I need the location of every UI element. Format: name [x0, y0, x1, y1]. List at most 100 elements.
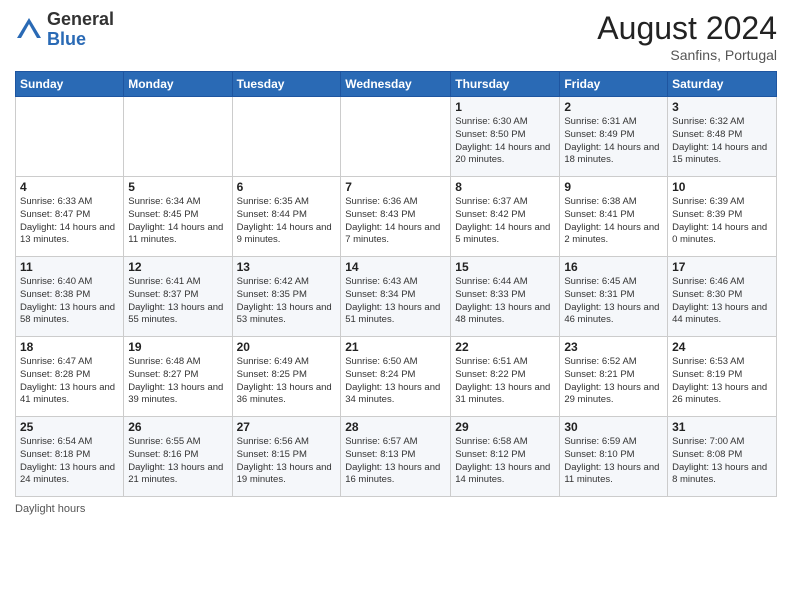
- calendar-cell: 15Sunrise: 6:44 AMSunset: 8:33 PMDayligh…: [451, 257, 560, 337]
- day-header-saturday: Saturday: [668, 72, 777, 97]
- calendar-cell: 18 Sunrise: 6:47 AMSunset: 8:28 PMDayligh…: [16, 337, 124, 417]
- calendar-cell: 11 Sunrise: 6:40 AMSunset: 8:38 PMDayligh…: [16, 257, 124, 337]
- day-info: Sunrise: 6:47 AMSunset: 8:28 PMDaylight:…: [20, 356, 119, 407]
- calendar-cell: [341, 97, 451, 177]
- header: General Blue August 2024 Sanfins, Portug…: [15, 10, 777, 63]
- day-info: Sunrise: 7:00 AMSunset: 8:08 PMDaylight:…: [672, 436, 772, 487]
- day-number: 16: [564, 260, 663, 274]
- day-info: Sunrise: 6:58 AMSunset: 8:12 PMDaylight:…: [455, 436, 555, 487]
- day-info: Sunrise: 6:33 AMSunset: 8:47 PMDaylight:…: [20, 196, 119, 247]
- day-info: Sunrise: 6:50 AMSunset: 8:24 PMDaylight:…: [345, 356, 446, 407]
- calendar-week-row: 25Sunrise: 6:54 AMSunset: 8:18 PMDayligh…: [16, 417, 777, 497]
- calendar-cell: 16 Sunrise: 6:45 AMSunset: 8:31 PMDayligh…: [560, 257, 668, 337]
- calendar-cell: 25Sunrise: 6:54 AMSunset: 8:18 PMDayligh…: [16, 417, 124, 497]
- day-info: Sunrise: 6:42 AMSunset: 8:35 PMDaylight:…: [237, 276, 337, 327]
- day-number: 31: [672, 420, 772, 434]
- day-number: 13: [237, 260, 337, 274]
- calendar-cell: 4 Sunrise: 6:33 AMSunset: 8:47 PMDaylight…: [16, 177, 124, 257]
- day-info: Sunrise: 6:56 AMSunset: 8:15 PMDaylight:…: [237, 436, 337, 487]
- day-info: Sunrise: 6:59 AMSunset: 8:10 PMDaylight:…: [564, 436, 663, 487]
- day-header-sunday: Sunday: [16, 72, 124, 97]
- calendar-cell: 10 Sunrise: 6:39 AMSunset: 8:39 PMDayligh…: [668, 177, 777, 257]
- calendar-cell: [16, 97, 124, 177]
- calendar-cell: 12 Sunrise: 6:41 AMSunset: 8:37 PMDayligh…: [124, 257, 232, 337]
- day-number: 30: [564, 420, 663, 434]
- day-number: 26: [128, 420, 227, 434]
- calendar: SundayMondayTuesdayWednesdayThursdayFrid…: [15, 71, 777, 497]
- calendar-cell: 28 Sunrise: 6:57 AMSunset: 8:13 PMDayligh…: [341, 417, 451, 497]
- daylight-hours-label: Daylight hours: [15, 503, 85, 515]
- footer: Daylight hours: [15, 503, 777, 515]
- day-info: Sunrise: 6:37 AMSunset: 8:42 PMDaylight:…: [455, 196, 555, 247]
- calendar-cell: 9 Sunrise: 6:38 AMSunset: 8:41 PMDaylight…: [560, 177, 668, 257]
- day-number: 18: [20, 340, 119, 354]
- day-number: 7: [345, 180, 446, 194]
- day-number: 11: [20, 260, 119, 274]
- day-number: 22: [455, 340, 555, 354]
- logo-text: General Blue: [47, 10, 114, 50]
- logo-icon: [15, 16, 43, 44]
- day-info: Sunrise: 6:35 AMSunset: 8:44 PMDaylight:…: [237, 196, 337, 247]
- page: General Blue August 2024 Sanfins, Portug…: [0, 0, 792, 612]
- day-info: Sunrise: 6:52 AMSunset: 8:21 PMDaylight:…: [564, 356, 663, 407]
- calendar-cell: [124, 97, 232, 177]
- day-header-monday: Monday: [124, 72, 232, 97]
- day-number: 20: [237, 340, 337, 354]
- day-number: 1: [455, 100, 555, 114]
- logo-blue: Blue: [47, 29, 86, 49]
- day-info: Sunrise: 6:30 AMSunset: 8:50 PMDaylight:…: [455, 116, 555, 167]
- calendar-cell: 26 Sunrise: 6:55 AMSunset: 8:16 PMDayligh…: [124, 417, 232, 497]
- day-info: Sunrise: 6:39 AMSunset: 8:39 PMDaylight:…: [672, 196, 772, 247]
- calendar-cell: 3Sunrise: 6:32 AMSunset: 8:48 PMDaylight…: [668, 97, 777, 177]
- calendar-week-row: 11 Sunrise: 6:40 AMSunset: 8:38 PMDayligh…: [16, 257, 777, 337]
- day-info: Sunrise: 6:49 AMSunset: 8:25 PMDaylight:…: [237, 356, 337, 407]
- calendar-cell: 1 Sunrise: 6:30 AMSunset: 8:50 PMDaylight…: [451, 97, 560, 177]
- calendar-week-row: 1 Sunrise: 6:30 AMSunset: 8:50 PMDaylight…: [16, 97, 777, 177]
- month-year: August 2024: [597, 10, 777, 47]
- day-number: 2: [564, 100, 663, 114]
- calendar-cell: 29Sunrise: 6:58 AMSunset: 8:12 PMDayligh…: [451, 417, 560, 497]
- calendar-cell: 27Sunrise: 6:56 AMSunset: 8:15 PMDayligh…: [232, 417, 341, 497]
- day-number: 19: [128, 340, 227, 354]
- calendar-week-row: 4 Sunrise: 6:33 AMSunset: 8:47 PMDaylight…: [16, 177, 777, 257]
- calendar-cell: 17Sunrise: 6:46 AMSunset: 8:30 PMDayligh…: [668, 257, 777, 337]
- day-number: 17: [672, 260, 772, 274]
- calendar-cell: [232, 97, 341, 177]
- day-info: Sunrise: 6:53 AMSunset: 8:19 PMDaylight:…: [672, 356, 772, 407]
- calendar-cell: 13 Sunrise: 6:42 AMSunset: 8:35 PMDayligh…: [232, 257, 341, 337]
- calendar-header-row: SundayMondayTuesdayWednesdayThursdayFrid…: [16, 72, 777, 97]
- day-number: 12: [128, 260, 227, 274]
- logo: General Blue: [15, 10, 114, 50]
- title-block: August 2024 Sanfins, Portugal: [597, 10, 777, 63]
- calendar-cell: 8Sunrise: 6:37 AMSunset: 8:42 PMDaylight…: [451, 177, 560, 257]
- day-number: 21: [345, 340, 446, 354]
- day-number: 9: [564, 180, 663, 194]
- day-header-friday: Friday: [560, 72, 668, 97]
- day-number: 28: [345, 420, 446, 434]
- day-number: 5: [128, 180, 227, 194]
- day-info: Sunrise: 6:31 AMSunset: 8:49 PMDaylight:…: [564, 116, 663, 167]
- day-info: Sunrise: 6:38 AMSunset: 8:41 PMDaylight:…: [564, 196, 663, 247]
- calendar-cell: 24Sunrise: 6:53 AMSunset: 8:19 PMDayligh…: [668, 337, 777, 417]
- location: Sanfins, Portugal: [597, 47, 777, 63]
- day-number: 10: [672, 180, 772, 194]
- calendar-cell: 6 Sunrise: 6:35 AMSunset: 8:44 PMDaylight…: [232, 177, 341, 257]
- day-info: Sunrise: 6:57 AMSunset: 8:13 PMDaylight:…: [345, 436, 446, 487]
- calendar-cell: 5 Sunrise: 6:34 AMSunset: 8:45 PMDaylight…: [124, 177, 232, 257]
- calendar-week-row: 18 Sunrise: 6:47 AMSunset: 8:28 PMDayligh…: [16, 337, 777, 417]
- day-info: Sunrise: 6:48 AMSunset: 8:27 PMDaylight:…: [128, 356, 227, 407]
- calendar-cell: 22Sunrise: 6:51 AMSunset: 8:22 PMDayligh…: [451, 337, 560, 417]
- day-info: Sunrise: 6:32 AMSunset: 8:48 PMDaylight:…: [672, 116, 772, 167]
- day-number: 4: [20, 180, 119, 194]
- day-number: 23: [564, 340, 663, 354]
- day-info: Sunrise: 6:41 AMSunset: 8:37 PMDaylight:…: [128, 276, 227, 327]
- day-info: Sunrise: 6:34 AMSunset: 8:45 PMDaylight:…: [128, 196, 227, 247]
- day-info: Sunrise: 6:55 AMSunset: 8:16 PMDaylight:…: [128, 436, 227, 487]
- day-info: Sunrise: 6:45 AMSunset: 8:31 PMDaylight:…: [564, 276, 663, 327]
- day-number: 6: [237, 180, 337, 194]
- calendar-cell: 14Sunrise: 6:43 AMSunset: 8:34 PMDayligh…: [341, 257, 451, 337]
- day-info: Sunrise: 6:43 AMSunset: 8:34 PMDaylight:…: [345, 276, 446, 327]
- day-info: Sunrise: 6:40 AMSunset: 8:38 PMDaylight:…: [20, 276, 119, 327]
- calendar-cell: 20 Sunrise: 6:49 AMSunset: 8:25 PMDayligh…: [232, 337, 341, 417]
- day-number: 15: [455, 260, 555, 274]
